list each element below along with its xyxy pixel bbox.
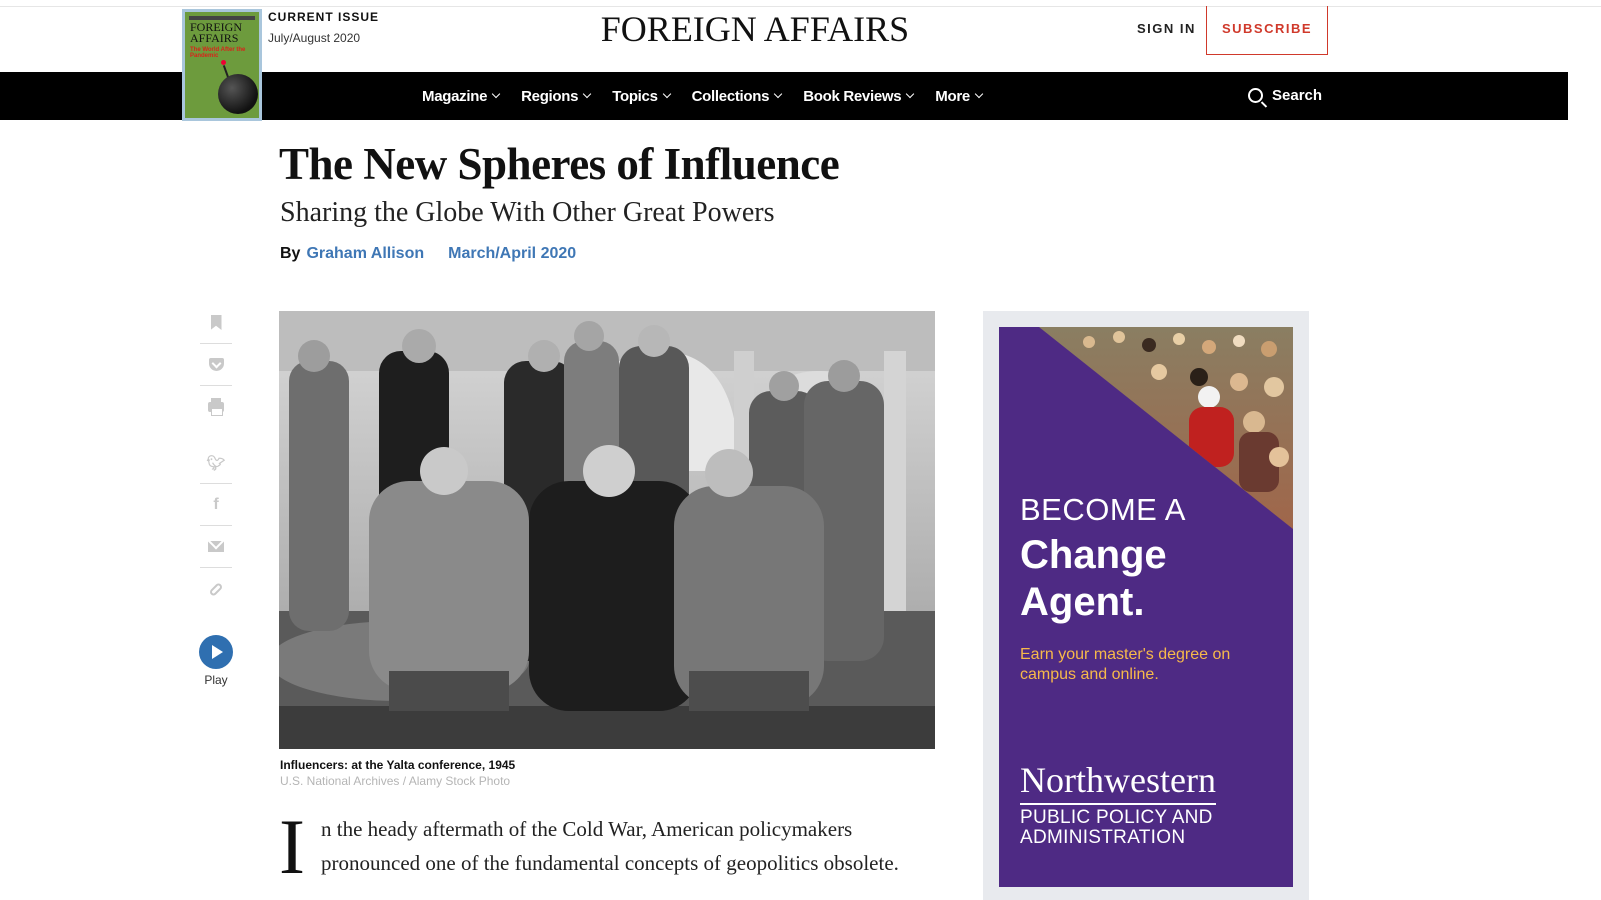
- chevron-down-icon: [974, 89, 984, 99]
- nav-item-label: Magazine: [422, 87, 488, 105]
- ad-headline-line2: Change: [1020, 533, 1167, 577]
- nav-item-collections[interactable]: Collections: [691, 87, 783, 105]
- drop-cap: I: [279, 803, 305, 890]
- facebook-icon: f: [213, 495, 219, 513]
- current-issue-date[interactable]: July/August 2020: [268, 31, 379, 45]
- chevron-down-icon: [491, 89, 501, 99]
- cover-bomb-spark: [221, 60, 226, 65]
- image-credit: U.S. National Archives / Alamy Stock Pho…: [280, 774, 511, 788]
- advertisement[interactable]: BECOME A Change Agent. Earn your master'…: [999, 327, 1293, 887]
- ad-tagline: Earn your master's degree on campus and …: [1020, 646, 1231, 683]
- link-icon: [208, 581, 224, 597]
- nav-item-label: Collections: [691, 87, 770, 105]
- share-gap: [200, 428, 232, 442]
- pocket-button[interactable]: [200, 344, 232, 386]
- image-caption: Influencers: at the Yalta conference, 19…: [280, 758, 516, 772]
- nav-item-regions[interactable]: Regions: [521, 87, 592, 105]
- cover-line: The World After the Pandemic: [190, 47, 246, 59]
- current-issue-cover[interactable]: FOREIGN AFFAIRS The World After the Pande…: [182, 9, 262, 121]
- email-button[interactable]: [200, 526, 232, 568]
- yalta-photo: [279, 311, 935, 749]
- author-link[interactable]: Graham Allison: [306, 245, 424, 263]
- ad-headline-line1: BECOME A: [1020, 492, 1186, 527]
- issue-link[interactable]: March/April 2020: [448, 245, 576, 263]
- email-icon: [208, 541, 224, 552]
- twitter-button[interactable]: 🐦︎: [200, 442, 232, 484]
- nav-item-more[interactable]: More: [935, 87, 984, 105]
- ad-brand-logo: Northwestern: [1020, 759, 1216, 805]
- subscribe-button[interactable]: SUBSCRIBE: [1206, 6, 1328, 55]
- chevron-down-icon: [582, 89, 592, 99]
- sign-in-link[interactable]: SIGN IN: [1137, 21, 1196, 36]
- nav-item-book-reviews[interactable]: Book Reviews: [803, 87, 915, 105]
- nav-item-label: Book Reviews: [803, 87, 902, 105]
- pocket-icon: [208, 358, 224, 371]
- audio-play[interactable]: Play: [199, 635, 233, 687]
- cover-logo: FOREIGN AFFAIRS: [190, 20, 243, 45]
- search-label: Search: [1272, 87, 1323, 104]
- nav-item-label: Topics: [612, 87, 658, 105]
- article-first-paragraph: n the heady aftermath of the Cold War, A…: [321, 817, 899, 875]
- ad-headline-line3: Agent.: [1020, 580, 1145, 624]
- ad-program: PUBLIC POLICY AND ADMINISTRATION: [1020, 807, 1213, 848]
- twitter-icon: 🐦︎: [206, 453, 226, 472]
- site-logo[interactable]: FOREIGN AFFAIRS: [555, 8, 955, 50]
- nav-item-magazine[interactable]: Magazine: [422, 87, 501, 105]
- chevron-down-icon: [906, 89, 915, 99]
- byline: By Graham Allison March/April 2020: [280, 245, 576, 263]
- chevron-down-icon: [773, 89, 783, 99]
- facebook-button[interactable]: f: [200, 484, 232, 526]
- current-issue-label[interactable]: CURRENT ISSUE: [268, 10, 379, 24]
- share-bar: 🐦︎ f: [200, 302, 232, 610]
- play-icon[interactable]: [199, 635, 233, 669]
- ad-headline-bold: Change Agent.: [1020, 532, 1167, 626]
- copy-link-button[interactable]: [200, 568, 232, 610]
- bookmark-button[interactable]: [200, 302, 232, 344]
- nav-item-topics[interactable]: Topics: [612, 87, 671, 105]
- article-title: The New Spheres of Influence: [279, 139, 840, 189]
- bookmark-icon: [210, 315, 222, 330]
- by-label: By: [280, 245, 301, 262]
- play-label: Play: [204, 673, 228, 687]
- search-button[interactable]: Search: [1248, 87, 1322, 104]
- search-icon: [1248, 88, 1263, 103]
- nav-item-label: More: [935, 87, 970, 105]
- current-issue[interactable]: CURRENT ISSUE July/August 2020: [268, 10, 379, 45]
- nav-menu: Magazine Regions Topics Collections Book…: [422, 72, 1004, 120]
- print-icon: [208, 398, 224, 416]
- article-subtitle: Sharing the Globe With Other Great Power…: [280, 197, 775, 228]
- article-hero-image: [279, 311, 935, 749]
- cover-bomb-illustration: [218, 74, 258, 114]
- chevron-down-icon: [662, 89, 671, 99]
- print-button[interactable]: [200, 386, 232, 428]
- nav-item-label: Regions: [521, 87, 579, 105]
